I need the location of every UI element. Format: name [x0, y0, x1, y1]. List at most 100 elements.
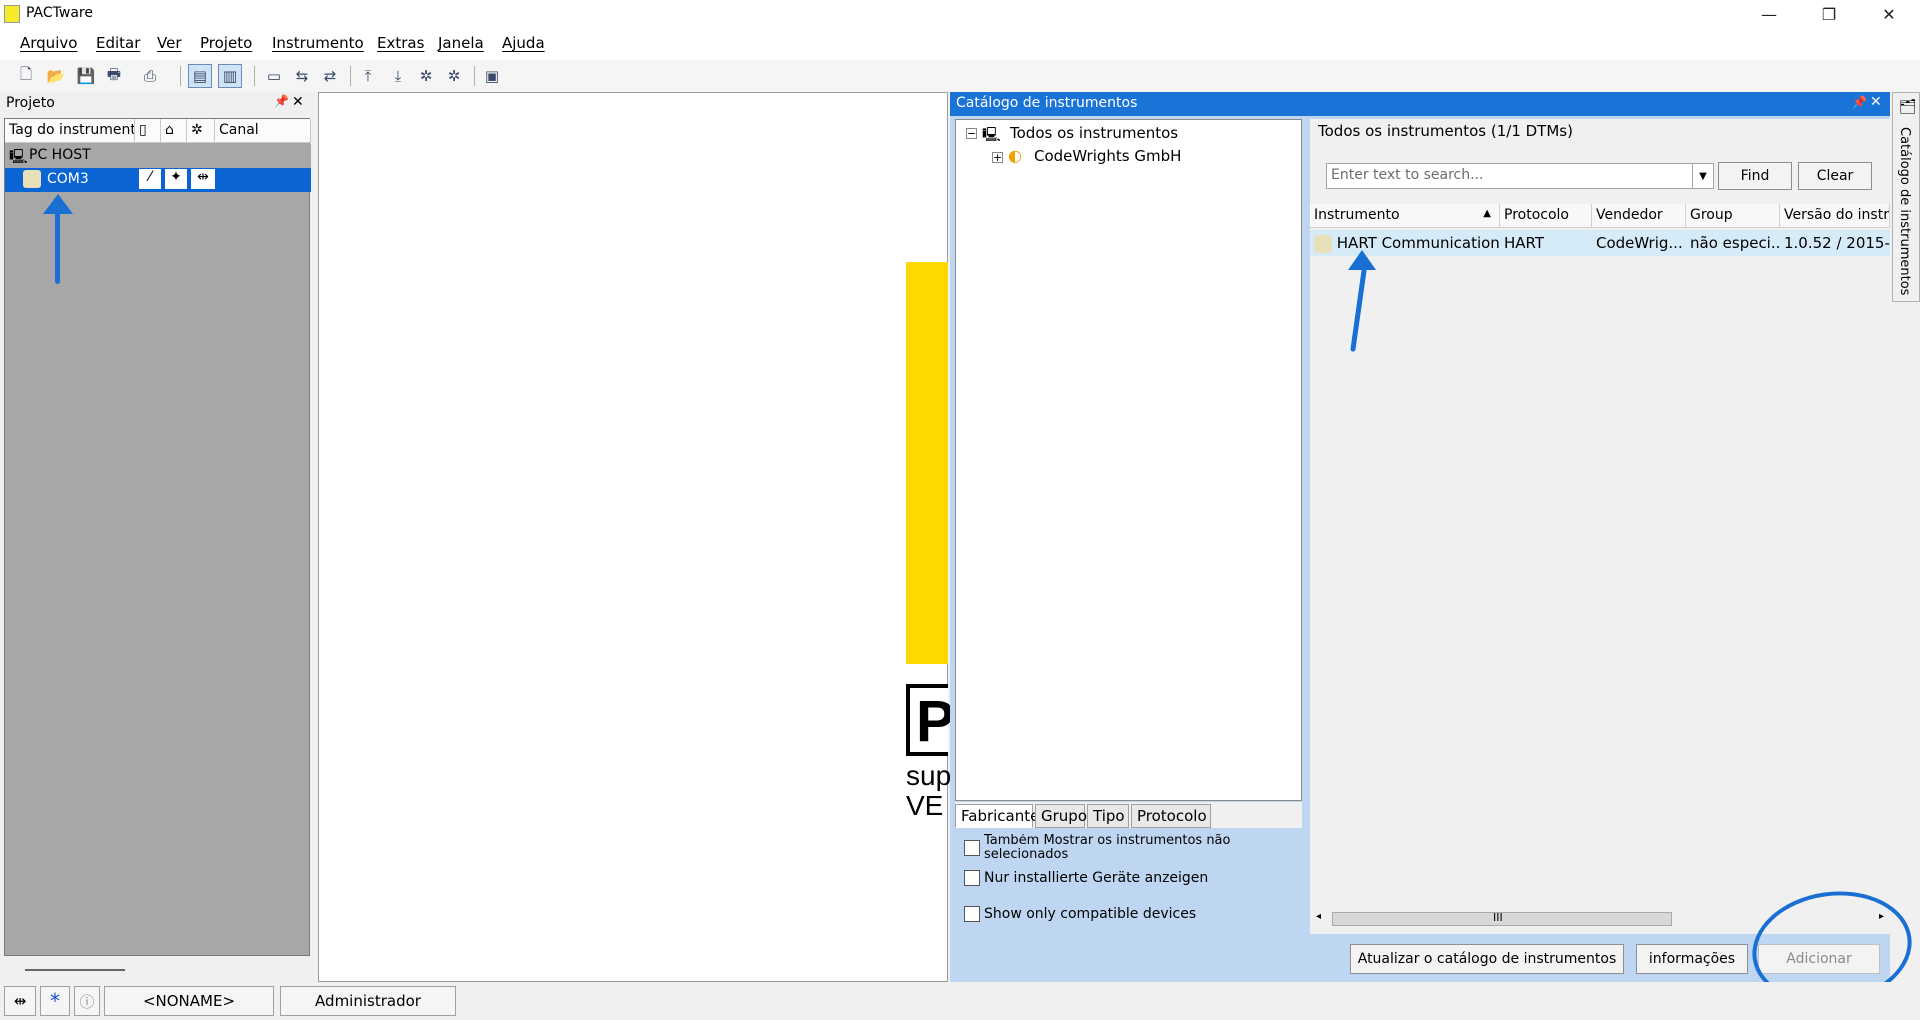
project-panel-title: Projeto: [6, 95, 55, 111]
window-title: PACTware: [26, 5, 93, 21]
close-button[interactable]: ✕: [1866, 0, 1912, 28]
upload-icon[interactable]: ⤒: [356, 64, 380, 88]
option-checkbox[interactable]: [964, 906, 980, 922]
clear-button[interactable]: Clear: [1798, 162, 1872, 190]
channel-icon[interactable]: ⇹: [191, 169, 215, 189]
option-checkbox[interactable]: [964, 870, 980, 886]
dialog-icon[interactable]: ▣: [480, 64, 504, 88]
info-button[interactable]: informações: [1636, 944, 1748, 974]
column-tag[interactable]: Tag do instrumento: [5, 119, 135, 143]
pactware-logo-icon: [4, 5, 20, 23]
connect-icon[interactable]: ⇆: [290, 64, 314, 88]
minimize-button[interactable]: —: [1746, 0, 1792, 28]
column-icon-2[interactable]: ⌂: [161, 119, 187, 143]
title-bar: PACTware — ❐ ✕: [0, 0, 1920, 28]
chevron-down-icon[interactable]: ▼: [1692, 163, 1714, 189]
device-disabled-icon[interactable]: ✲: [442, 64, 466, 88]
menu-ajuda[interactable]: Ajuda: [502, 34, 545, 52]
catalog-count: Todos os instrumentos (1/1 DTMs): [1318, 122, 1573, 140]
column-protocolo[interactable]: Protocolo: [1500, 204, 1592, 228]
tree-row-label: COM3: [47, 171, 89, 187]
column-canal[interactable]: Canal: [215, 119, 311, 143]
toolbar-separator: [180, 66, 181, 86]
restore-button[interactable]: ❐: [1806, 0, 1852, 28]
status-project-name: <NONAME>: [104, 986, 274, 1016]
pin-icon[interactable]: 📌: [1852, 95, 1867, 109]
channel-status-icon[interactable]: ⇹: [4, 986, 36, 1016]
splash-text-2: VE: [906, 790, 944, 821]
tab-tipo[interactable]: Tipo: [1087, 804, 1129, 828]
tab-fabricante[interactable]: Fabricante: [955, 804, 1039, 828]
option-checkbox[interactable]: [964, 840, 980, 856]
save-icon[interactable]: 💾: [74, 64, 98, 88]
window-icon[interactable]: ▭: [262, 64, 286, 88]
tree-root-label[interactable]: Todos os instrumentos: [1010, 124, 1178, 142]
search-input[interactable]: Enter text to search...: [1326, 163, 1714, 189]
print-icon[interactable]: 🖶: [102, 64, 126, 88]
column-icon-3[interactable]: ✲: [187, 119, 215, 143]
print-preview-icon[interactable]: ⎙: [138, 64, 162, 88]
tree-row-pc-host[interactable]: 🖳 PC HOST: [5, 144, 311, 168]
column-versao[interactable]: Versão do instru: [1780, 204, 1890, 228]
computer-icon: 🖳: [9, 149, 28, 165]
splash-logo-letter: P: [916, 689, 955, 754]
codewrights-icon: ◐: [1008, 146, 1022, 165]
device-settings-icon[interactable]: ✲: [414, 64, 438, 88]
disconnect-icon[interactable]: ⇄: [318, 64, 342, 88]
asterisk-icon[interactable]: *: [40, 986, 70, 1016]
info-icon[interactable]: ⓘ: [74, 986, 100, 1016]
status-user: Administrador: [280, 986, 456, 1016]
catalog-view-icon[interactable]: ▥: [218, 64, 242, 88]
menu-arquivo[interactable]: Arquivo: [20, 34, 77, 52]
hart-com-icon: [23, 170, 41, 188]
instrument-grid: Instrumento ▲ Protocolo Vendedor Group V…: [1310, 204, 1890, 908]
project-view-icon[interactable]: ▤: [188, 64, 212, 88]
option-label: Show only compatible devices: [984, 906, 1197, 922]
find-button[interactable]: Find: [1718, 162, 1792, 190]
cell-group[interactable]: não especi...: [1686, 230, 1780, 256]
catalog-title: Catálogo de instrumentos: [956, 95, 1138, 111]
open-folder-icon[interactable]: 📂: [44, 64, 68, 88]
download-icon[interactable]: ⤓: [386, 64, 410, 88]
scrollbar-thumb[interactable]: III: [1332, 911, 1672, 926]
catalog-header: Catálogo de instrumentos 📌 ✕: [950, 92, 1890, 116]
column-vendedor[interactable]: Vendedor: [1592, 204, 1686, 228]
pin-icon[interactable]: 📌: [274, 94, 289, 108]
tree-row-com3[interactable]: COM3 ⁄ ✦ ⇹: [5, 168, 311, 192]
project-panel-header: Projeto 📌 ✕: [0, 92, 312, 116]
annotation-arrowhead: [1348, 250, 1376, 270]
sort-asc-icon: ▲: [1483, 208, 1491, 219]
cell-versao[interactable]: 1.0.52 / 2015-0: [1780, 230, 1890, 256]
computer-icon: 🖳: [982, 127, 1001, 143]
tab-grupo[interactable]: Grupo: [1035, 804, 1087, 828]
menu-instrumento[interactable]: Instrumento: [272, 34, 364, 52]
tree-child-label[interactable]: CodeWrights GmbH: [1034, 147, 1181, 165]
cell-protocolo[interactable]: HART: [1500, 230, 1592, 256]
menu-janela[interactable]: Janela: [438, 34, 484, 52]
new-file-icon[interactable]: 🗋: [14, 64, 38, 88]
annotation-arrow: [55, 204, 60, 284]
cell-vendedor[interactable]: CodeWrig...: [1592, 230, 1686, 256]
menu-ver[interactable]: Ver: [157, 34, 182, 52]
grip-label: III: [1493, 911, 1503, 924]
menu-projeto[interactable]: Projeto: [200, 34, 252, 52]
column-group[interactable]: Group: [1686, 204, 1780, 228]
cell-instrumento[interactable]: HART Communication: [1310, 230, 1500, 256]
close-icon[interactable]: ✕: [292, 94, 304, 110]
collapse-icon[interactable]: −: [966, 128, 977, 139]
column-icon-1[interactable]: ▯: [135, 119, 161, 143]
tab-protocolo[interactable]: Protocolo: [1131, 804, 1211, 828]
connect-state-icon[interactable]: ✦: [165, 169, 187, 189]
edit-icon[interactable]: ⁄: [139, 169, 161, 189]
scroll-indicator: [25, 969, 125, 971]
workspace-area: [318, 92, 948, 982]
close-icon[interactable]: ✕: [1870, 94, 1882, 110]
menu-editar[interactable]: Editar: [96, 34, 140, 52]
option-label: Nur installierte Geräte anzeigen: [984, 870, 1209, 886]
column-instrumento[interactable]: Instrumento ▲: [1310, 204, 1500, 228]
menu-extras[interactable]: Extras: [377, 34, 424, 52]
scroll-left-icon[interactable]: ◂: [1316, 911, 1321, 922]
expand-icon[interactable]: +: [992, 152, 1003, 163]
side-tab-catalog[interactable]: 🗂 Catálogo de instrumentos: [1892, 92, 1920, 302]
update-catalog-button[interactable]: Atualizar o catálogo de instrumentos: [1350, 944, 1624, 974]
